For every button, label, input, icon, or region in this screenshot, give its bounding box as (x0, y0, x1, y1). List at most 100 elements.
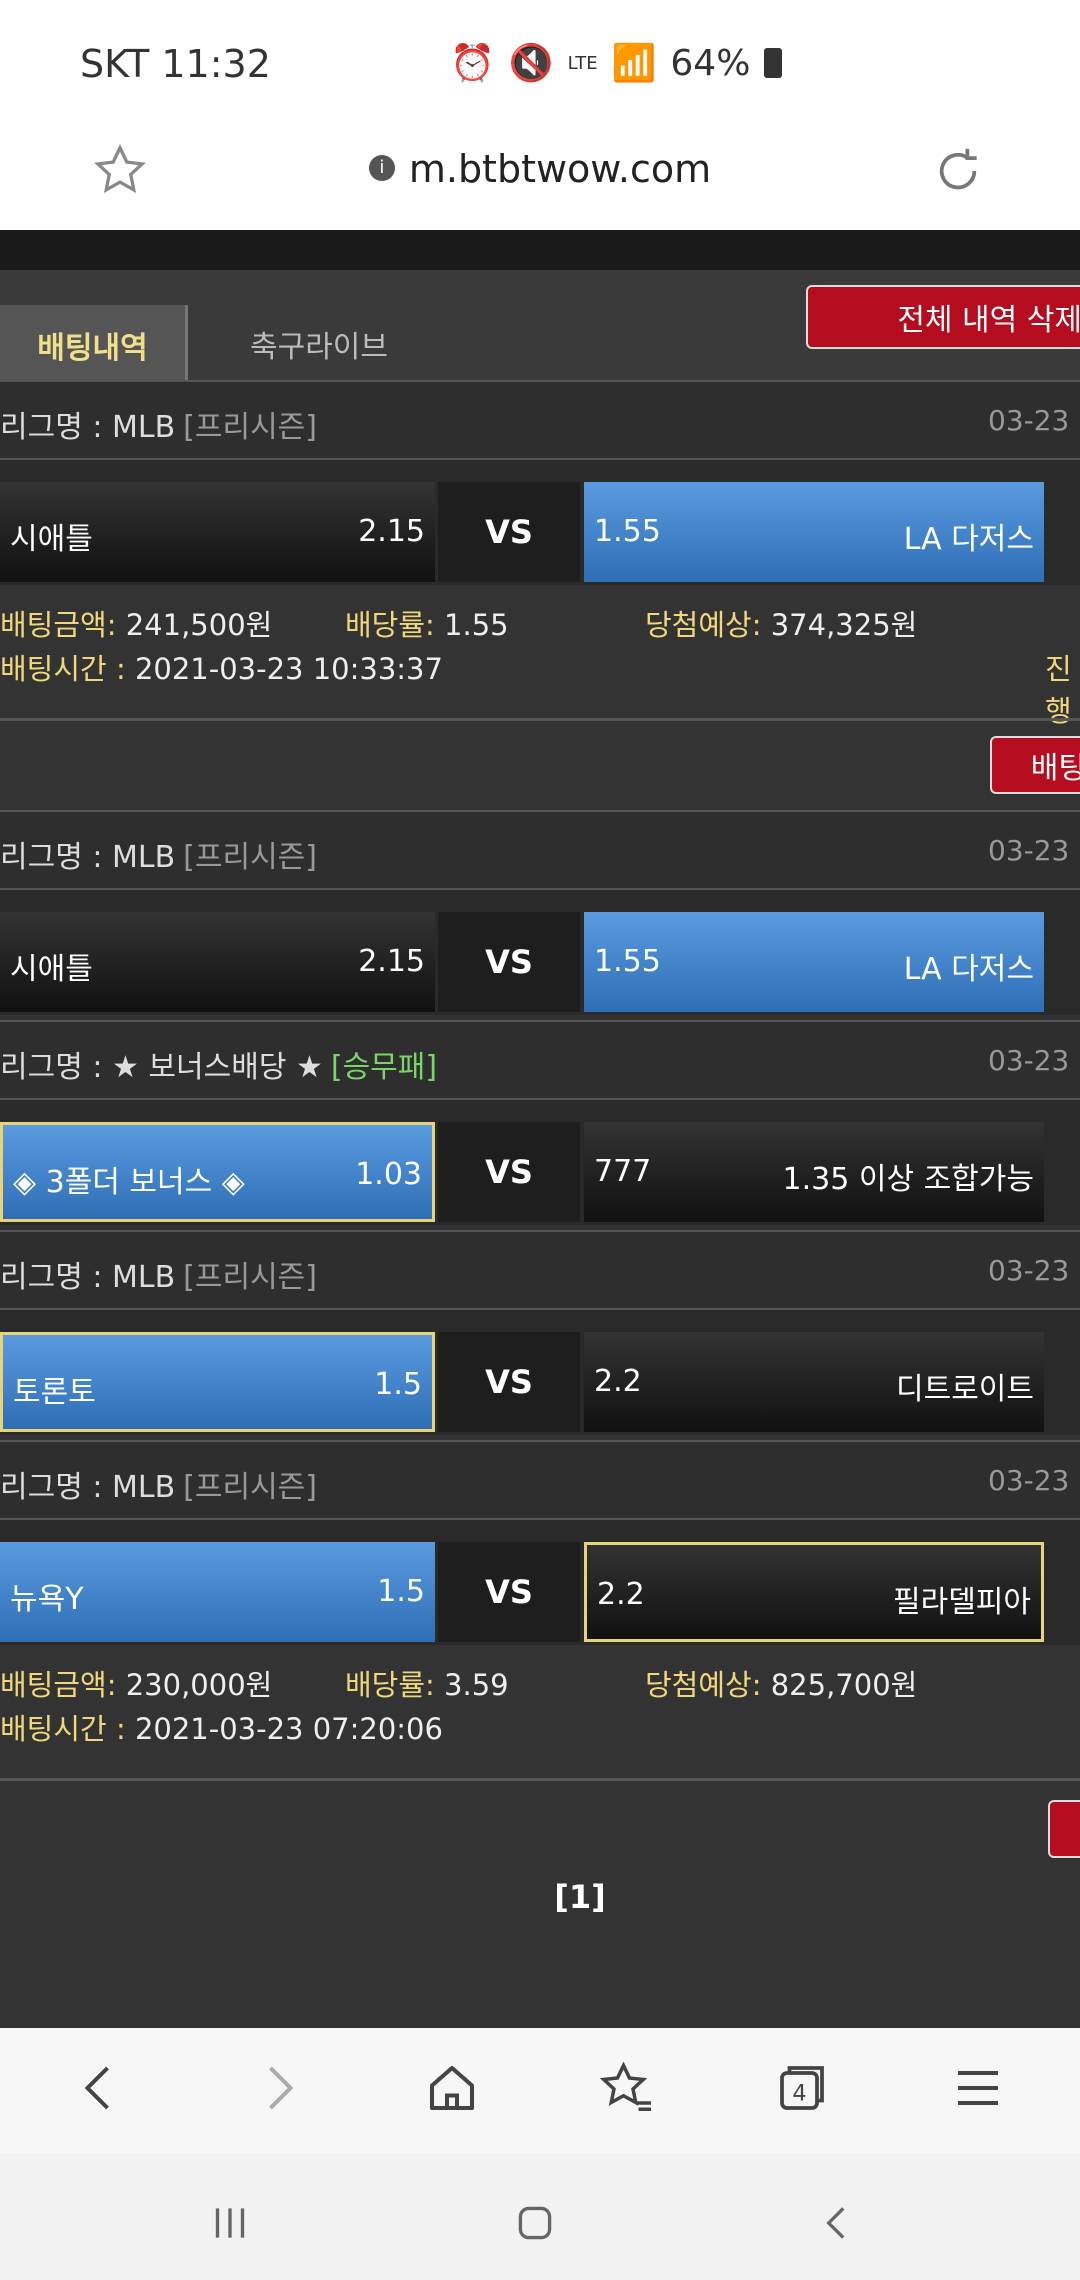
carrier-time: SKT 11:32 (80, 42, 271, 86)
home-team-pick[interactable]: 시애틀 2.15 (0, 482, 435, 582)
away-team: LA 다저스 (903, 522, 1034, 557)
address-bar[interactable]: i m.btbtwow.com (0, 147, 1080, 191)
header-strip (0, 230, 1080, 270)
home-team-pick[interactable]: 토론토 1.5 (0, 1332, 435, 1432)
vs-label: VS (438, 1332, 580, 1432)
bet-rate: 1.55 (444, 608, 509, 642)
match-date: 03-23 (988, 1464, 1070, 1497)
page-content: 배팅내역 축구라이브 전체 내역 삭제 리그명 : MLB [프리시즌] 03-2… (0, 230, 1080, 2028)
expected-win: 825,700원 (770, 1668, 918, 1702)
league-header: 리그명 : MLB [프리시즌] 03-23 (0, 380, 1080, 460)
away-team-pick[interactable]: 777 1.35 이상 조합가능 (584, 1122, 1044, 1222)
bet-summary: 배팅금액: 241,500원 배당률: 1.55 당첨예상: 374,325원 … (0, 602, 1080, 732)
away-team-pick[interactable]: 2.2 디트로이트 (584, 1332, 1044, 1432)
home-odds: 1.5 (374, 1367, 422, 1402)
reload-icon[interactable] (930, 143, 986, 199)
delete-all-button[interactable]: 전체 내역 삭제 (806, 285, 1080, 349)
match-row: 시애틀 2.15 VS 1.55 LA 다저스 (0, 890, 1080, 1015)
away-team: 1.35 이상 조합가능 (782, 1162, 1034, 1197)
home-team: 시애틀 (10, 952, 93, 987)
away-odds: 777 (594, 1154, 652, 1189)
home-odds: 1.5 (377, 1574, 425, 1609)
match-row: 시애틀 2.15 VS 1.55 LA 다저스 (0, 460, 1080, 585)
home-button-icon[interactable] (510, 2198, 560, 2248)
away-team-pick[interactable]: 1.55 LA 다저스 (584, 912, 1044, 1012)
alarm-icon: ⏰ (450, 43, 495, 84)
bet-time: 2021-03-23 07:20:06 (134, 1712, 443, 1746)
home-icon[interactable] (422, 2058, 482, 2118)
menu-icon[interactable] (948, 2058, 1008, 2118)
system-nav-bar (0, 2153, 1080, 2280)
home-team: 시애틀 (10, 522, 93, 557)
away-odds: 2.2 (597, 1577, 645, 1612)
league-name: MLB (111, 840, 176, 875)
match-date: 03-23 (988, 834, 1070, 867)
away-team: LA 다저스 (903, 952, 1034, 987)
league-tag: [프리시즌] (183, 1470, 317, 1505)
vs-label: VS (438, 1122, 580, 1222)
bet-amount: 241,500원 (125, 608, 273, 642)
pagination[interactable]: [1] (0, 1878, 1080, 1916)
home-team-pick[interactable]: 시애틀 2.15 (0, 912, 435, 1012)
league-name: MLB (111, 410, 176, 445)
recent-apps-icon[interactable] (205, 2198, 255, 2248)
league-tag: [프리시즌] (183, 410, 317, 445)
away-odds: 2.2 (594, 1364, 642, 1399)
signal-icon: 📶 (611, 43, 657, 84)
vs-label: VS (438, 1542, 580, 1642)
home-team-pick[interactable]: ◈ 3폴더 보너스 ◈ 1.03 (0, 1122, 435, 1222)
divider (0, 718, 1080, 721)
tabs-icon[interactable]: 4 (772, 2058, 832, 2118)
bet-time: 2021-03-23 10:33:37 (134, 652, 443, 686)
bet-rate: 3.59 (444, 1668, 509, 1702)
battery-percent: 64% (670, 42, 751, 84)
away-team-pick[interactable]: 1.55 LA 다저스 (584, 482, 1044, 582)
expected-win: 374,325원 (770, 608, 918, 642)
battery-icon (764, 48, 783, 78)
system-back-icon[interactable] (812, 2198, 862, 2248)
home-odds: 2.15 (358, 514, 425, 549)
forward-icon[interactable] (248, 2058, 308, 2118)
match-row: ◈ 3폴더 보너스 ◈ 1.03 VS 777 1.35 이상 조합가능 (0, 1100, 1080, 1225)
lte-icon: LTE (567, 52, 598, 74)
tab-soccer-live[interactable]: 축구라이브 (250, 322, 388, 366)
home-odds: 2.15 (358, 944, 425, 979)
match-row: 뉴욕Y 1.5 VS 2.2 필라델피아 (0, 1520, 1080, 1645)
league-name: ★ 보너스배당 ★ (111, 1050, 323, 1085)
status-icons: ⏰ 🔇 LTE 📶 64% (450, 42, 783, 84)
browser-bottom-nav: 4 (0, 2028, 1080, 2153)
league-tag: [프리시즌] (183, 1260, 317, 1295)
divider (0, 1778, 1080, 1781)
away-team: 필라델피아 (893, 1585, 1031, 1620)
bet-action-button[interactable] (1048, 1800, 1080, 1858)
home-team: 토론토 (13, 1375, 96, 1410)
back-icon[interactable] (70, 2058, 130, 2118)
league-tag: [승무패] (330, 1050, 438, 1085)
away-team-pick[interactable]: 2.2 필라델피아 (584, 1542, 1044, 1642)
league-header: 리그명 : MLB [프리시즌] 03-23 (0, 1230, 1080, 1310)
match-date: 03-23 (988, 404, 1070, 437)
bet-summary: 배팅금액: 230,000원 배당률: 3.59 당첨예상: 825,700원 … (0, 1662, 1080, 1792)
league-name: MLB (111, 1470, 176, 1505)
tab-count: 4 (792, 2081, 806, 2107)
match-date: 03-23 (988, 1254, 1070, 1287)
status-bar: SKT 11:32 ⏰ 🔇 LTE 📶 64% (0, 0, 1080, 125)
tab-betting-history[interactable]: 배팅내역 (0, 305, 188, 388)
bet-action-button[interactable]: 배팅 (990, 736, 1080, 794)
vs-label: VS (438, 912, 580, 1012)
league-header: 리그명 : MLB [프리시즌] 03-23 (0, 1440, 1080, 1520)
home-team: ◈ 3폴더 보너스 ◈ (13, 1165, 245, 1200)
info-icon[interactable]: i (368, 154, 395, 181)
home-team-pick[interactable]: 뉴욕Y 1.5 (0, 1542, 435, 1642)
league-header: 리그명 : MLB [프리시즌] 03-23 (0, 810, 1080, 890)
home-odds: 1.03 (355, 1157, 422, 1192)
away-odds: 1.55 (594, 944, 661, 979)
league-tag: [프리시즌] (183, 840, 317, 875)
bookmarks-icon[interactable] (596, 2058, 656, 2118)
away-odds: 1.55 (594, 514, 661, 549)
home-team: 뉴욕Y (10, 1582, 84, 1617)
league-header: 리그명 : ★ 보너스배당 ★ [승무패] 03-23 (0, 1020, 1080, 1100)
away-team: 디트로이트 (896, 1372, 1034, 1407)
league-name: MLB (111, 1260, 176, 1295)
match-date: 03-23 (988, 1044, 1070, 1077)
